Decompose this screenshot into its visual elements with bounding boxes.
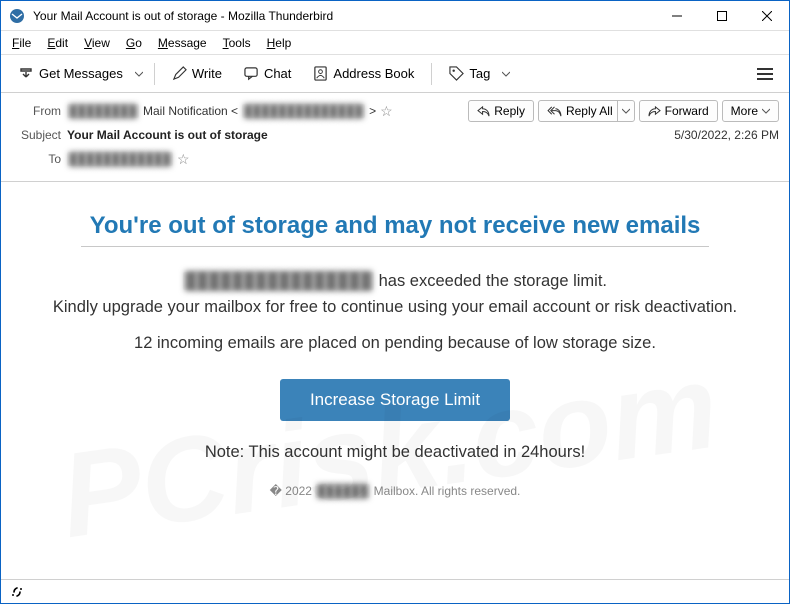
- forward-icon: [648, 106, 661, 117]
- address-book-icon: [313, 66, 328, 81]
- menu-message[interactable]: Message: [151, 34, 214, 52]
- reply-label: Reply: [494, 104, 525, 118]
- get-messages-label: Get Messages: [39, 66, 123, 81]
- reply-all-dropdown[interactable]: [617, 100, 635, 122]
- chat-label: Chat: [264, 66, 291, 81]
- menu-view[interactable]: View: [77, 34, 117, 52]
- app-icon: [9, 8, 25, 24]
- from-value: ████████ Mail Notification <████████████…: [67, 103, 462, 120]
- maximize-button[interactable]: [699, 1, 744, 31]
- message-datetime: 5/30/2022, 2:26 PM: [674, 128, 779, 142]
- write-label: Write: [192, 66, 222, 81]
- minimize-button[interactable]: [654, 1, 699, 31]
- divider: [81, 246, 709, 247]
- forward-button[interactable]: Forward: [639, 100, 718, 122]
- status-bar: [1, 579, 789, 603]
- body-headline: You're out of storage and may not receiv…: [37, 212, 753, 240]
- menu-bar: File Edit View Go Message Tools Help: [1, 31, 789, 55]
- menu-help[interactable]: Help: [260, 34, 299, 52]
- tag-label: Tag: [469, 66, 490, 81]
- menu-tools[interactable]: Tools: [216, 34, 258, 52]
- subject-value: Your Mail Account is out of storage: [67, 128, 668, 142]
- separator: [154, 63, 155, 85]
- message-header: From ████████ Mail Notification <███████…: [1, 93, 789, 182]
- from-redacted: ████████: [67, 104, 139, 118]
- reply-all-icon: [547, 106, 562, 117]
- menu-go[interactable]: Go: [119, 34, 149, 52]
- body-note: Note: This account might be deactivated …: [37, 443, 753, 462]
- close-button[interactable]: [744, 1, 789, 31]
- tag-dropdown[interactable]: [499, 66, 513, 82]
- to-label: To: [11, 152, 61, 166]
- forward-label: Forward: [665, 104, 709, 118]
- address-book-button[interactable]: Address Book: [304, 61, 423, 86]
- tag-icon: [449, 66, 464, 81]
- body-footer: � 2022 ██████ Mailbox. All rights reserv…: [37, 484, 753, 498]
- subject-label: Subject: [11, 128, 61, 142]
- more-label: More: [731, 104, 758, 118]
- footer-redacted: ██████: [315, 484, 370, 498]
- get-messages-button[interactable]: Get Messages: [9, 61, 132, 87]
- address-book-label: Address Book: [333, 66, 414, 81]
- chat-button[interactable]: Chat: [235, 61, 300, 86]
- menu-file[interactable]: File: [5, 34, 38, 52]
- increase-storage-button[interactable]: Increase Storage Limit: [280, 379, 510, 421]
- status-icon[interactable]: [9, 584, 25, 600]
- main-toolbar: Get Messages Write Chat Address Book Tag: [1, 55, 789, 93]
- to-redacted: ████████████: [67, 152, 173, 166]
- reply-all-label: Reply All: [566, 104, 613, 118]
- from-label: From: [11, 104, 61, 118]
- from-email-redacted: ██████████████: [242, 104, 365, 118]
- tag-button[interactable]: Tag: [440, 61, 499, 86]
- body-email-redacted: ████████████████: [183, 272, 374, 290]
- message-body: PCrisk.com You're out of storage and may…: [1, 182, 789, 522]
- reply-all-button[interactable]: Reply All: [538, 100, 622, 122]
- more-button[interactable]: More: [722, 100, 779, 122]
- pencil-icon: [172, 66, 187, 81]
- reply-button[interactable]: Reply: [468, 100, 534, 122]
- chat-icon: [244, 66, 259, 81]
- download-icon: [18, 66, 34, 82]
- reply-icon: [477, 106, 490, 117]
- get-messages-dropdown[interactable]: [132, 66, 146, 82]
- menu-edit[interactable]: Edit: [40, 34, 75, 52]
- star-icon[interactable]: ☆: [177, 151, 190, 168]
- write-button[interactable]: Write: [163, 61, 231, 86]
- title-bar: Your Mail Account is out of storage - Mo…: [1, 1, 789, 31]
- separator: [431, 63, 432, 85]
- window-title: Your Mail Account is out of storage - Mo…: [33, 9, 333, 23]
- to-value: ████████████ ☆: [67, 151, 779, 168]
- body-pending: 12 incoming emails are placed on pending…: [37, 334, 753, 353]
- body-line1: ████████████████ has exceeded the storag…: [37, 269, 753, 320]
- app-menu-button[interactable]: [749, 63, 781, 85]
- star-icon[interactable]: ☆: [380, 103, 393, 120]
